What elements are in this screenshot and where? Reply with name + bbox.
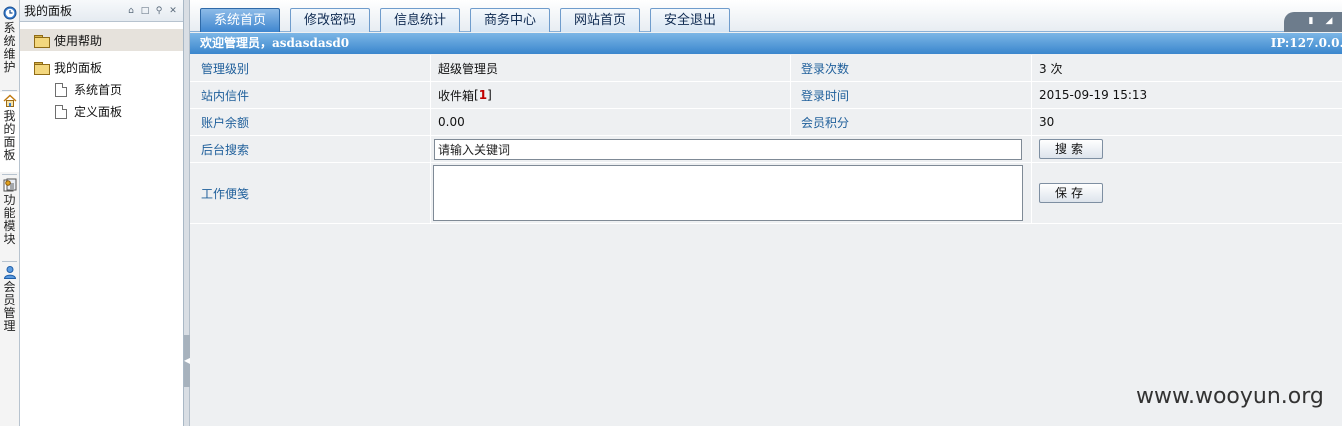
tree-panel-header: 我的面板 ⌂ □ ⚲ ✕ — [20, 0, 183, 22]
tree-node-label: 系统首页 — [74, 83, 123, 97]
watermark: www.wooyun.org — [1136, 384, 1324, 409]
side-tab-label: 功能模块 — [3, 193, 16, 246]
folder-icon — [34, 34, 50, 48]
page-icon — [55, 104, 67, 119]
tab-bar-tools: ▮ ◢ — [1284, 12, 1342, 32]
save-button-cell: 保存 — [1032, 163, 1342, 223]
login-time-label: 登录时间 — [801, 88, 850, 103]
login-count-label: 登录次数 — [801, 61, 850, 76]
admin-level-label: 管理级别 — [201, 61, 250, 76]
clock-icon — [3, 6, 16, 20]
save-button[interactable]: 保存 — [1039, 183, 1103, 203]
top-tab-bar: 系统首页 修改密码 信息统计 商务中心 网站首页 安全退出 ▮ ◢ — [190, 0, 1342, 32]
side-tab-strip: 系统维护 我的面板 功能模块 会员管理 — [0, 0, 20, 426]
search-cell — [431, 136, 1031, 162]
memo-label: 工作便笺 — [201, 186, 250, 201]
login-count-value: 3 次 — [1039, 61, 1063, 76]
ip-address: IP:127.0.0.1 — [1270, 36, 1342, 50]
page-icon — [55, 82, 67, 97]
inbox-text: 收件箱 — [438, 88, 475, 103]
close-icon[interactable]: ✕ — [166, 4, 180, 18]
table-row: 管理级别 超级管理员 登录次数 3 次 — [190, 55, 1342, 82]
admin-level-value: 超级管理员 — [438, 61, 499, 76]
balance-value: 0.00 — [438, 115, 465, 129]
divider — [2, 90, 17, 91]
tab-system-home[interactable]: 系统首页 — [200, 8, 280, 32]
side-tab-label: 系统维护 — [3, 21, 16, 74]
side-tab-system[interactable]: 系统维护 — [0, 4, 19, 88]
tree-panel-title: 我的面板 — [24, 4, 73, 18]
tree-node-label: 我的面板 — [54, 61, 103, 75]
welcome-text: 欢迎管理员，asdasdasd0 — [200, 36, 350, 50]
inbox-label: 站内信件 — [201, 88, 250, 103]
search-label: 后台搜索 — [201, 142, 250, 157]
tab-business-center[interactable]: 商务中心 — [470, 8, 550, 32]
user-icon — [3, 266, 16, 279]
info-table: 管理级别 超级管理员 登录次数 3 次 站内信件 收件箱[1] 登录时间 201… — [190, 55, 1342, 224]
restore-icon[interactable]: □ — [138, 4, 152, 18]
points-label: 会员积分 — [801, 115, 850, 130]
folder-icon — [34, 61, 50, 75]
inbox-count: 1 — [478, 88, 488, 102]
side-tab-my-panel[interactable]: 我的面板 — [0, 92, 19, 172]
tree-panel: 我的面板 ⌂ □ ⚲ ✕ 使用帮助 我的面板 系统首页 定义面板 — [20, 0, 184, 426]
home-icon[interactable]: ⌂ — [124, 4, 138, 18]
divider — [2, 174, 17, 175]
side-tab-label: 我的面板 — [3, 109, 16, 162]
home-icon — [3, 94, 16, 107]
table-row: 工作便笺 保存 — [190, 163, 1342, 224]
tab-site-home[interactable]: 网站首页 — [560, 8, 640, 32]
login-time-value: 2015-09-19 15:13 — [1039, 88, 1148, 102]
tab-logout[interactable]: 安全退出 — [650, 8, 730, 32]
table-row: 站内信件 收件箱[1] 登录时间 2015-09-19 15:13 — [190, 82, 1342, 109]
tree-node-system-home[interactable]: 系统首页 — [55, 81, 122, 98]
modules-icon — [3, 178, 16, 192]
tree-node-label: 定义面板 — [74, 105, 123, 119]
side-tab-modules[interactable]: 功能模块 — [0, 176, 19, 260]
bookmark-icon[interactable]: ▮ — [1306, 16, 1316, 26]
tree-node-help[interactable]: 使用帮助 — [34, 32, 102, 49]
main-content: 系统首页 修改密码 信息统计 商务中心 网站首页 安全退出 ▮ ◢ 欢迎管理员，… — [190, 0, 1342, 426]
search-input[interactable] — [434, 138, 1022, 160]
table-row: 后台搜索 搜索 — [190, 136, 1342, 163]
divider — [2, 261, 17, 262]
search-button-cell: 搜索 — [1032, 136, 1342, 162]
search-icon[interactable]: ⚲ — [152, 4, 166, 18]
welcome-bar: 欢迎管理员，asdasdasd0 IP:127.0.0.1 — [190, 33, 1342, 54]
side-tab-label: 会员管理 — [3, 280, 16, 333]
tab-statistics[interactable]: 信息统计 — [380, 8, 460, 32]
search-button[interactable]: 搜索 — [1039, 139, 1103, 159]
tree-node-my-panel[interactable]: 我的面板 — [34, 59, 102, 76]
inbox-link[interactable]: 收件箱[1] — [431, 82, 790, 108]
memo-textarea[interactable] — [433, 165, 1023, 221]
points-value: 30 — [1039, 115, 1055, 129]
expand-icon[interactable]: ◢ — [1324, 16, 1334, 26]
memo-cell — [431, 163, 1031, 223]
table-row: 账户余额 0.00 会员积分 30 — [190, 109, 1342, 136]
balance-label: 账户余额 — [201, 115, 250, 130]
side-tab-members[interactable]: 会员管理 — [0, 263, 19, 347]
tree-node-custom-panel[interactable]: 定义面板 — [55, 103, 122, 120]
admin-window: 系统维护 我的面板 功能模块 会员管理 我的面板 ⌂ □ ⚲ ✕ 使用帮助 我的… — [0, 0, 1342, 426]
tree-node-label: 使用帮助 — [54, 34, 103, 48]
tab-change-password[interactable]: 修改密码 — [290, 8, 370, 32]
